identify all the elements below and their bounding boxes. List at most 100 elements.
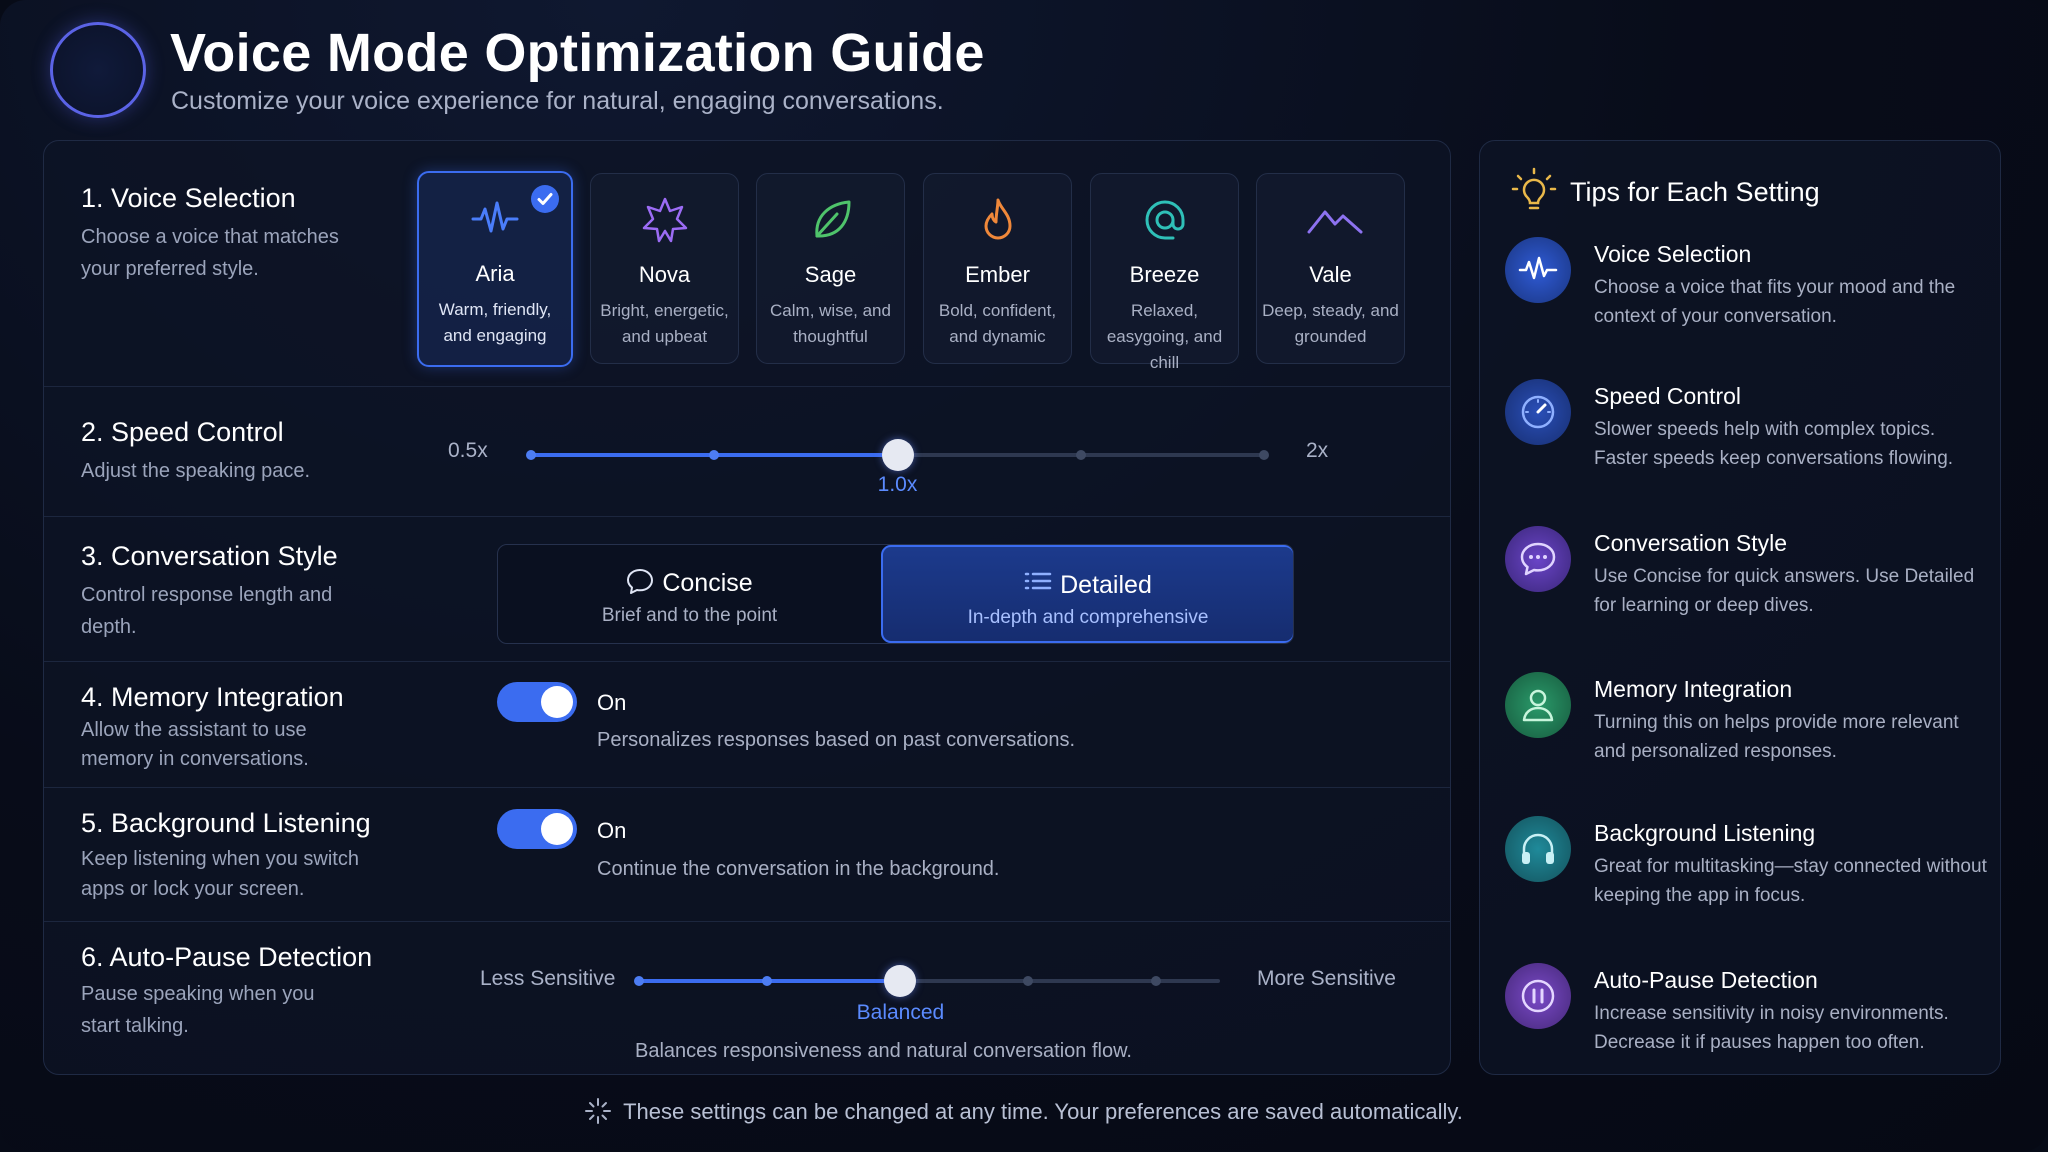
conversation-style-desc: Control response length and depth. (81, 584, 333, 638)
list-icon (1024, 569, 1052, 604)
tip-memory-integration: Memory Integration Turning this on helps… (1480, 672, 2000, 792)
tip-title: Voice Selection (1594, 241, 1752, 267)
background-listening-title: 5. Background Listening (81, 808, 371, 838)
speed-slider-thumb[interactable] (881, 439, 914, 471)
page-subtitle: Customize your voice experience for natu… (171, 87, 944, 115)
memory-integration-section: 4. Memory Integration Allow the assistan… (44, 662, 1450, 788)
page-title: Voice Mode Optimization Guide (170, 23, 985, 83)
voice-name: Aria (475, 261, 515, 286)
background-listening-toggle[interactable] (497, 809, 577, 849)
tip-desc: Choose a voice that fits your mood and t… (1594, 277, 1956, 327)
voice-selection-desc: Choose a voice that matches your preferr… (81, 226, 339, 280)
sensitivity-value-label: Balanced (856, 1001, 945, 1024)
user-icon (1505, 672, 1571, 738)
sparkle-icon (585, 1098, 612, 1130)
lightbulb-icon (1510, 167, 1558, 215)
tip-title: Conversation Style (1594, 530, 1788, 556)
speed-control-title: 2. Speed Control (81, 417, 284, 447)
speed-max-label: 2x (1306, 439, 1329, 462)
settings-panel: 1. Voice Selection Choose a voice that m… (43, 140, 1451, 1075)
voice-name: Nova (638, 262, 691, 287)
leaf-icon (807, 196, 855, 244)
footer-note: These settings can be changed at any tim… (0, 1098, 2048, 1130)
speed-slider-stop[interactable] (709, 450, 720, 460)
chat-bubble-icon (1505, 526, 1571, 592)
background-listening-note: Continue the conversation in the backgro… (597, 858, 1000, 880)
conversation-style-toggle: Concise Brief and to the point Detailed … (497, 544, 1294, 644)
waveform-icon (471, 195, 519, 243)
voice-card-nova[interactable]: Nova Bright, energetic, and upbeat (590, 173, 739, 364)
voice-card-ember[interactable]: Ember Bold, confident, and dynamic (923, 173, 1072, 364)
sensitivity-slider-thumb[interactable] (884, 965, 917, 997)
speed-slider-stop[interactable] (526, 450, 536, 460)
tip-speed-control: Speed Control Slower speeds help with co… (1480, 379, 2000, 499)
memory-toggle-note: Personalizes responses based on past con… (597, 729, 1076, 751)
sensitivity-slider-stop[interactable] (1151, 976, 1162, 986)
tip-desc: Turning this on helps provide more relev… (1594, 712, 1959, 762)
voice-name: Ember (965, 262, 1030, 287)
tip-desc: Great for multitasking—stay connected wi… (1594, 856, 1987, 906)
tip-title: Speed Control (1594, 383, 1742, 409)
voice-selection-section: 1. Voice Selection Choose a voice that m… (44, 141, 1450, 387)
memory-integration-title: 4. Memory Integration (81, 682, 344, 712)
style-option-detailed[interactable]: Detailed In-depth and comprehensive (881, 545, 1293, 643)
speed-control-desc: Adjust the speaking pace. (81, 460, 311, 482)
sensitivity-slider[interactable] (634, 965, 1220, 997)
tip-desc: Increase sensitivity in noisy environmen… (1594, 1003, 1949, 1053)
background-listening-section: 5. Background Listening Keep listening w… (44, 788, 1450, 922)
speedometer-icon (1505, 379, 1571, 445)
footer-text: These settings can be changed at any tim… (623, 1099, 1463, 1124)
toggle-knob (541, 686, 573, 718)
sensitivity-slider-stop[interactable] (1023, 976, 1034, 986)
voice-selection-title: 1. Voice Selection (81, 183, 296, 213)
speed-control-section: 2. Speed Control Adjust the speaking pac… (44, 387, 1450, 517)
speed-slider-stop[interactable] (1075, 450, 1086, 460)
app-window: Voice Mode Optimization Guide Customize … (0, 0, 2048, 1152)
check-icon (531, 185, 559, 213)
sensitivity-slider-stop[interactable] (634, 976, 644, 986)
flame-icon (974, 196, 1022, 244)
background-listening-desc: Keep listening when you switch apps or l… (81, 848, 359, 900)
tip-conversation-style: Conversation Style Use Concise for quick… (1480, 526, 2000, 646)
speed-value-label: 1.0x (877, 473, 918, 496)
memory-toggle[interactable] (497, 682, 577, 722)
tips-panel: Tips for Each Setting Voice Selection Ch… (1479, 140, 2001, 1075)
voice-name: Sage (804, 262, 857, 287)
voice-card-sage[interactable]: Sage Calm, wise, and thoughtful (756, 173, 905, 364)
auto-pause-title: 6. Auto-Pause Detection (81, 942, 373, 972)
tip-title: Auto-Pause Detection (1594, 967, 1818, 993)
style-option-concise[interactable]: Concise Brief and to the point (498, 545, 881, 643)
tips-title: Tips for Each Setting (1570, 177, 1820, 207)
voice-desc: Warm, friendly, and engaging (438, 300, 552, 345)
voice-name: Vale (1309, 262, 1352, 287)
sensitivity-slider-stop[interactable] (761, 976, 772, 986)
voice-card-breeze[interactable]: Breeze Relaxed, easygoing, and chill (1090, 173, 1239, 372)
voice-name: Breeze (1129, 262, 1200, 287)
tip-title: Background Listening (1594, 820, 1816, 846)
voice-desc: Relaxed, easygoing, and chill (1106, 301, 1223, 372)
sensitivity-max-label: More Sensitive (1257, 967, 1396, 990)
speed-slider[interactable] (526, 439, 1269, 471)
auto-pause-section: 6. Auto-Pause Detection Pause speaking w… (44, 922, 1450, 1076)
tip-desc: Use Concise for quick answers. Use Detai… (1594, 566, 1975, 616)
waveform-icon (1505, 237, 1571, 303)
chat-bubble-icon (626, 567, 654, 602)
tip-desc: Slower speeds help with complex topics. … (1594, 419, 1954, 469)
sensitivity-min-label: Less Sensitive (480, 967, 616, 990)
speed-slider-stop[interactable] (1259, 450, 1269, 460)
style-option-label: Detailed (1060, 571, 1152, 599)
background-listening-state: On (597, 818, 627, 843)
voice-card-vale[interactable]: Vale Deep, steady, and grounded (1256, 173, 1405, 364)
headphones-icon (1505, 816, 1571, 882)
sensitivity-note: Balances responsiveness and natural conv… (635, 1040, 1132, 1062)
voice-logo-icon (50, 22, 146, 118)
tip-background-listening: Background Listening Great for multitask… (1480, 816, 2000, 936)
voice-card-aria[interactable]: Aria Warm, friendly, and engaging (417, 171, 573, 367)
memory-integration-desc: Allow the assistant to use memory in con… (81, 719, 309, 770)
conversation-style-section: 3. Conversation Style Control response l… (44, 517, 1450, 662)
toggle-knob (541, 813, 573, 845)
style-option-desc: In-depth and comprehensive (967, 607, 1209, 628)
mountains-icon (1307, 196, 1362, 244)
style-option-label: Concise (662, 569, 753, 597)
tip-auto-pause-detection: Auto-Pause Detection Increase sensitivit… (1480, 963, 2000, 1083)
